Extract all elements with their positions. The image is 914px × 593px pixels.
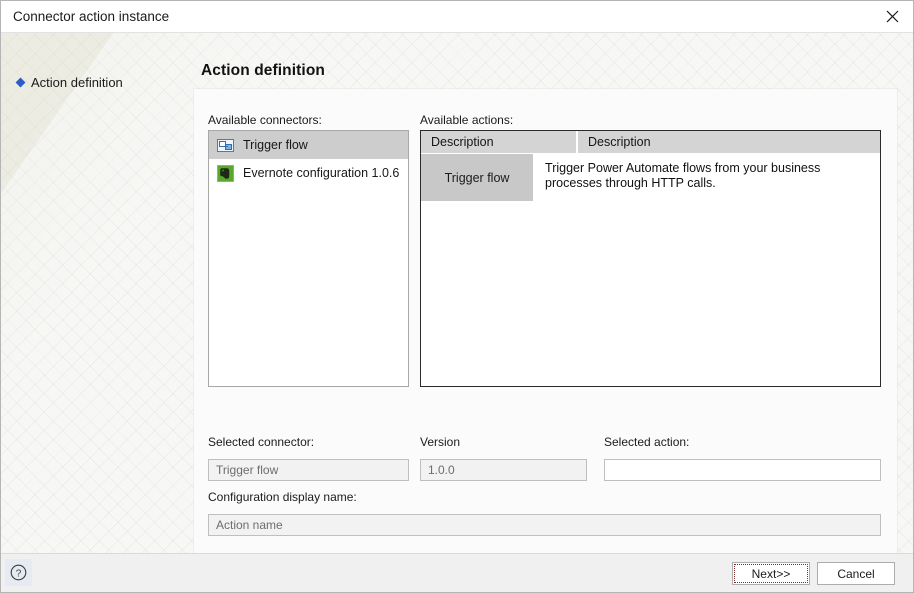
selected-connector-label: Selected connector: — [208, 435, 315, 449]
close-icon[interactable] — [870, 1, 913, 32]
table-header-row: Description Description — [421, 131, 880, 154]
help-icon[interactable]: ? — [5, 559, 32, 586]
list-item-label: Evernote configuration 1.0.6 — [243, 166, 400, 180]
column-header-description-1[interactable]: Description — [421, 131, 578, 153]
trigger-flow-icon — [217, 137, 234, 154]
dialog-footer: ? Next>> Cancel — [1, 553, 913, 592]
page-title: Action definition — [201, 62, 325, 79]
table-empty-area — [421, 201, 880, 386]
sidebar-item-action-definition[interactable]: Action definition — [15, 75, 123, 90]
dialog-body: Action definition Action definition Avai… — [1, 33, 913, 553]
selected-connector-input[interactable]: Trigger flow — [208, 459, 409, 481]
title-bar: Connector action instance — [1, 1, 913, 33]
table-row[interactable]: Trigger flow Trigger Power Automate flow… — [421, 154, 880, 201]
action-name-cell: Trigger flow — [421, 154, 536, 201]
evernote-icon — [217, 164, 234, 182]
configuration-display-name-label: Configuration display name: — [208, 490, 357, 504]
available-connectors-label: Available connectors: — [208, 113, 322, 127]
next-button[interactable]: Next>> — [732, 562, 810, 585]
available-actions-label: Available actions: — [420, 113, 514, 127]
available-actions-table[interactable]: Description Description Trigger flow Tri… — [420, 130, 881, 387]
version-input[interactable]: 1.0.0 — [420, 459, 587, 481]
svg-text:?: ? — [16, 568, 22, 579]
selected-action-input[interactable] — [604, 459, 881, 481]
diamond-bullet-icon — [15, 77, 26, 88]
sidebar-item-label: Action definition — [31, 75, 123, 90]
connector-action-instance-dialog: Connector action instance Action definit… — [0, 0, 914, 593]
window-title: Connector action instance — [13, 9, 170, 24]
selected-action-label: Selected action: — [604, 435, 690, 449]
wizard-step-nav: Action definition — [1, 33, 194, 553]
version-label: Version — [420, 435, 461, 449]
list-item-trigger-flow[interactable]: Trigger flow — [209, 131, 408, 159]
available-connectors-list[interactable]: Trigger flow Evernote configuration 1.0.… — [208, 130, 409, 387]
action-description-cell: Trigger Power Automate flows from your b… — [535, 154, 880, 201]
configuration-display-name-input[interactable]: Action name — [208, 514, 881, 536]
list-item-evernote-configuration[interactable]: Evernote configuration 1.0.6 — [209, 159, 408, 187]
cancel-button[interactable]: Cancel — [817, 562, 895, 585]
column-header-description-2[interactable]: Description — [578, 131, 880, 153]
list-item-label: Trigger flow — [243, 138, 308, 152]
